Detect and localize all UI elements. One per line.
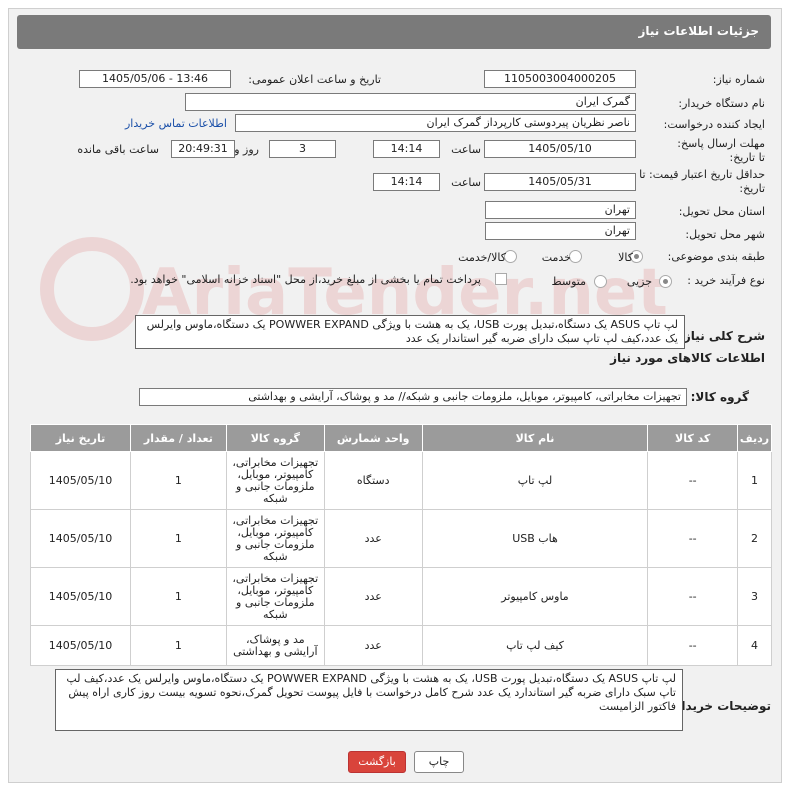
col-header-date: تاریخ نیاز <box>30 424 131 452</box>
col-header-qty: تعداد / مقدار <box>130 424 227 452</box>
cell-date: 1405/05/10 <box>30 567 131 626</box>
cell-unit: عدد <box>323 625 423 666</box>
cell-row: 4 <box>737 625 772 666</box>
col-header-code: کد کالا <box>647 424 738 452</box>
title-bar: جزئیات اطلاعات نیاز <box>17 15 771 49</box>
process-option-medium: متوسط <box>551 275 586 288</box>
need-number-label: شماره نیاز: <box>712 73 765 86</box>
goods-group-field: تجهیزات مخابراتی، کامپیوتر، موبایل، ملزو… <box>139 388 687 406</box>
process-option-minor: جزیی <box>626 275 652 288</box>
announce-datetime-label: تاریخ و ساعت اعلان عمومی: <box>248 73 381 86</box>
col-header-unit: واحد شمارش <box>323 424 423 452</box>
remaining-time-field: 20:49:31 <box>171 140 235 158</box>
col-header-row: ردیف <box>737 424 772 452</box>
cell-name: هاب USB <box>421 509 649 568</box>
process-radio-minor[interactable] <box>659 275 672 288</box>
cell-code: -- <box>647 625 738 666</box>
treasury-payment-note: پرداخت تمام یا بخشی از مبلغ خرید،از محل … <box>130 273 481 286</box>
cell-row: 3 <box>737 567 772 626</box>
cell-unit: دستگاه <box>323 451 423 510</box>
cell-name: کیف لپ تاپ <box>421 625 649 666</box>
buyer-notes-field: لپ تاپ ASUS یک دستگاه،تبدیل پورت USB، یک… <box>55 669 683 731</box>
deadline-date-field: 1405/05/10 <box>484 140 636 158</box>
buyer-org-label: نام دستگاه خریدار: <box>678 97 765 110</box>
main-panel: جزئیات اطلاعات نیاز AriaTender.net شماره… <box>8 8 782 783</box>
cell-code: -- <box>647 451 738 510</box>
cell-qty: 1 <box>130 625 227 666</box>
deadline-label: مهلت ارسال پاسخ: تا تاریخ: <box>677 137 765 164</box>
price-validity-time-field: 14:14 <box>373 173 440 191</box>
buyer-contact-link[interactable]: اطلاعات تماس خریدار <box>125 117 227 130</box>
table-header-row: ردیف کد کالا نام کالا واحد شمارش گروه کا… <box>30 424 772 452</box>
cell-date: 1405/05/10 <box>30 451 131 510</box>
overall-desc-label: شرح کلی نیاز: <box>679 329 765 343</box>
cell-group: تجهیزات مخابراتی، کامپیوتر، موبایل، ملزو… <box>225 451 325 510</box>
announce-datetime-field: 1405/05/06 - 13:46 <box>79 70 231 88</box>
table-row: 2 -- هاب USB عدد تجهیزات مخابراتی، کامپی… <box>30 509 772 568</box>
requester-field: ناصر نظریان پیردوستی کارپرداز گمرک ایران <box>235 114 636 132</box>
category-option-goods: کالا <box>618 251 633 264</box>
delivery-city-field: تهران <box>485 222 636 240</box>
delivery-province-label: استان محل تحویل: <box>678 205 765 218</box>
cell-date: 1405/05/10 <box>30 625 131 666</box>
cell-qty: 1 <box>130 451 227 510</box>
cell-group: تجهیزات مخابراتی، کامپیوتر، موبایل، ملزو… <box>225 509 325 568</box>
deadline-time-field: 14:14 <box>373 140 440 158</box>
deadline-days-label: روز و <box>234 143 259 156</box>
table-row: 4 -- کیف لپ تاپ عدد مد و پوشاک، آرایشی و… <box>30 625 772 666</box>
cell-name: لپ تاپ <box>421 451 649 510</box>
buyer-org-field: گمرک ایران <box>185 93 636 111</box>
cell-code: -- <box>647 509 738 568</box>
page-title: جزئیات اطلاعات نیاز <box>638 24 759 38</box>
goods-group-label: گروه کالا: <box>690 390 749 404</box>
need-number-field: 1105003004000205 <box>484 70 636 88</box>
cell-qty: 1 <box>130 567 227 626</box>
print-button[interactable]: چاپ <box>414 751 464 773</box>
deadline-time-label: ساعت <box>451 143 481 156</box>
delivery-province-field: تهران <box>485 201 636 219</box>
cell-unit: عدد <box>323 509 423 568</box>
cell-group: مد و پوشاک، آرایشی و بهداشتی <box>225 625 325 666</box>
cell-name: ماوس کامپیوتر <box>421 567 649 626</box>
col-header-group: گروه کالا <box>225 424 325 452</box>
price-validity-time-label: ساعت <box>451 176 481 189</box>
deadline-days-field: 3 <box>269 140 336 158</box>
cell-group: تجهیزات مخابراتی، کامپیوتر، موبایل، ملزو… <box>225 567 325 626</box>
buyer-notes-label: توضیحات خریدار: <box>669 699 771 713</box>
price-validity-date-field: 1405/05/31 <box>484 173 636 191</box>
cell-qty: 1 <box>130 509 227 568</box>
back-button[interactable]: بازگشت <box>348 751 406 773</box>
cell-row: 1 <box>737 451 772 510</box>
cell-code: -- <box>647 567 738 626</box>
overall-desc-field: لپ تاپ ASUS یک دستگاه،تبدیل پورت USB، یک… <box>135 315 685 349</box>
treasury-payment-checkbox[interactable] <box>495 273 507 285</box>
category-label: طبقه بندی موضوعی: <box>667 250 765 263</box>
table-row: 1 -- لپ تاپ دستگاه تجهیزات مخابراتی، کام… <box>30 451 772 510</box>
process-label: نوع فرآیند خرید : <box>687 274 765 287</box>
cell-date: 1405/05/10 <box>30 509 131 568</box>
items-section-title: اطلاعات کالاهای مورد نیاز <box>610 351 765 365</box>
remaining-time-label: ساعت باقی مانده <box>77 143 159 156</box>
items-table: ردیف کد کالا نام کالا واحد شمارش گروه کا… <box>30 424 772 666</box>
col-header-name: نام کالا <box>421 424 649 452</box>
category-option-service: خدمت <box>541 251 571 264</box>
category-option-goods-service: کالا/خدمت <box>458 251 506 264</box>
table-row: 3 -- ماوس کامپیوتر عدد تجهیزات مخابراتی،… <box>30 567 772 626</box>
price-validity-label: حداقل تاریخ اعتبار قیمت: تا تاریخ: <box>639 168 765 195</box>
cell-unit: عدد <box>323 567 423 626</box>
process-radio-medium[interactable] <box>594 275 607 288</box>
delivery-city-label: شهر محل تحویل: <box>685 228 765 241</box>
cell-row: 2 <box>737 509 772 568</box>
requester-label: ایجاد کننده درخواست: <box>663 118 765 131</box>
